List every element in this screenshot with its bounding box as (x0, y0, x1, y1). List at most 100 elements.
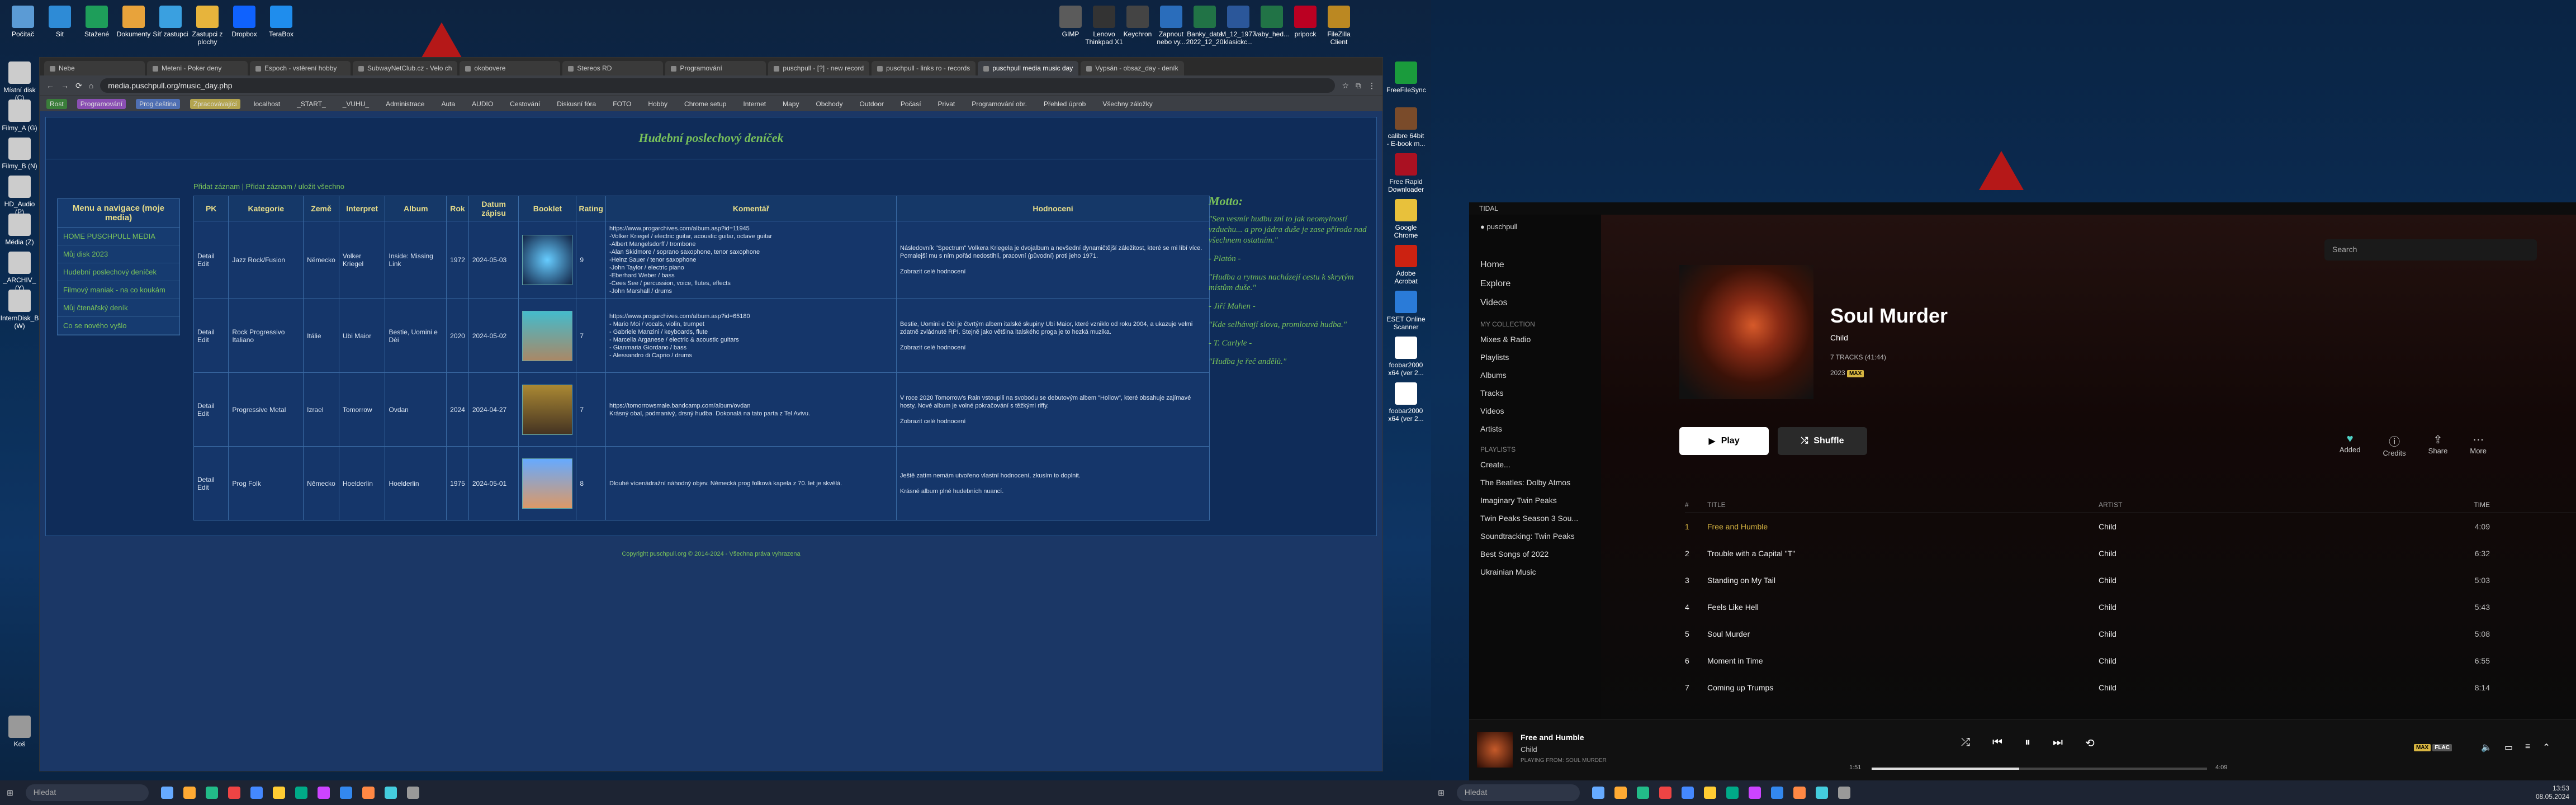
track-row[interactable]: 3 Standing on My TailChild 5:03+ ♡ (1685, 567, 2576, 594)
track-title[interactable]: Moment in Time (1707, 656, 2099, 665)
booklet-cover[interactable] (522, 458, 573, 509)
extensions-icon[interactable]: ⧉ (1356, 81, 1361, 91)
browser-tab[interactable]: okobovere (460, 61, 561, 75)
browser-tab[interactable]: Meteni - Poker deny (147, 61, 248, 75)
desktop-icon[interactable]: Free Rapid Downloader (1386, 153, 1426, 193)
menu-item[interactable]: Můj disk 2023 (58, 245, 179, 263)
taskbar-search-2[interactable]: Hledat (1456, 784, 1580, 801)
now-playing-artist[interactable]: Child (1521, 745, 1537, 754)
taskbar-app-icon[interactable] (1703, 787, 1716, 799)
taskbar-app-icon[interactable] (183, 787, 196, 799)
search-input[interactable]: Search (2324, 239, 2537, 261)
collection-item[interactable]: Videos (1469, 402, 1601, 420)
taskbar-app-icon[interactable] (1748, 787, 1761, 799)
playlist-item[interactable]: The Beatles: Dolby Atmos (1469, 473, 1601, 491)
bookmark-item[interactable]: Diskusní fóra (553, 99, 599, 109)
track-row[interactable]: 7 Coming up TrumpsChild 8:14+ ♡ (1685, 674, 2576, 701)
collection-item[interactable]: Artists (1469, 420, 1601, 438)
bookmark-item[interactable]: AUDIO (468, 99, 496, 109)
expand-icon[interactable]: ⌃ (2542, 742, 2550, 753)
action-more[interactable]: ⋯ More (2470, 433, 2487, 457)
taskbar-app-icon[interactable] (228, 787, 240, 799)
user-profile[interactable]: ● puschpull (1469, 215, 1601, 239)
menu-item[interactable]: Co se nového vyšlo (58, 317, 179, 335)
menu-item[interactable]: Hudební poslechový deníček (58, 263, 179, 281)
taskbar-app-icon[interactable] (384, 787, 397, 799)
play-button[interactable]: ▶ Play (1679, 427, 1769, 455)
bookmark-item[interactable]: Administrace (382, 99, 428, 109)
track-row[interactable]: 2 Trouble with a Capital "T"Child 6:32+ ♡ (1685, 540, 2576, 567)
taskbar-app-icon[interactable] (362, 787, 375, 799)
browser-tab[interactable]: Stereos RD (562, 61, 664, 75)
desktop-icon[interactable]: calibre 64bit - E-book m... (1386, 107, 1426, 148)
desktop-icon[interactable]: foobar2000 x64 (ver 2... (1386, 337, 1426, 377)
bookmark-item[interactable]: Auta (438, 99, 458, 109)
desktop-icon[interactable]: FreeFileSync (1386, 61, 1426, 94)
bookmark-item[interactable]: Privat (935, 99, 959, 109)
playlist-item[interactable]: Ukrainian Music (1469, 563, 1601, 581)
desktop-icon[interactable]: Média (Z) (0, 214, 39, 246)
taskbar-app-icon[interactable] (1815, 787, 1828, 799)
queue-icon[interactable]: ≡ (2525, 742, 2530, 753)
desktop-icon[interactable]: ESET Online Scanner (1386, 291, 1426, 331)
bookmark-item[interactable]: Zpracovávající (190, 98, 240, 109)
booklet-cover[interactable] (522, 235, 573, 285)
playlist-item[interactable]: Best Songs of 2022 (1469, 545, 1601, 563)
create-playlist-button[interactable]: Create... (1469, 456, 1601, 473)
bookmark-item[interactable]: localhost (250, 99, 283, 109)
desktop-icon[interactable]: Filmy_A (G) (0, 100, 39, 132)
browser-tab[interactable]: Nebe (44, 61, 145, 75)
taskbar-app-icon[interactable] (160, 787, 173, 799)
collection-item[interactable]: Playlists (1469, 348, 1601, 366)
nav-item[interactable]: Home (1469, 255, 1601, 274)
shuffle-button[interactable]: ⤮ Shuffle (1778, 427, 1867, 455)
device-icon[interactable]: ▭ (2504, 742, 2513, 753)
taskbar-app-icon[interactable] (1770, 787, 1783, 799)
taskbar-app-icon[interactable] (406, 787, 419, 799)
shuffle-toggle-icon[interactable]: ⤮ (1961, 736, 1970, 750)
star-icon[interactable]: ☆ (1342, 81, 1349, 91)
desktop-icon[interactable]: InternDisk_B (W) (0, 290, 39, 330)
track-artist[interactable]: Child (2099, 522, 2434, 531)
clock[interactable]: 13:53 08.05.2024 (2536, 784, 2569, 801)
browser-tab[interactable]: Espoch - vstěrení hobby (250, 61, 351, 75)
browser-tab[interactable]: Programování (665, 61, 766, 75)
booklet-cover[interactable] (522, 384, 573, 435)
pause-icon[interactable]: ⏸ (2025, 736, 2030, 750)
reload-icon[interactable]: ⟳ (75, 81, 82, 91)
row-actions[interactable]: Detail Edit (193, 372, 229, 447)
menu-icon[interactable]: ⋮ (1368, 81, 1376, 91)
collection-item[interactable]: Tracks (1469, 384, 1601, 402)
forward-icon[interactable]: → (61, 81, 69, 90)
desktop-icon[interactable]: _ARCHIV_ (Y) (0, 252, 39, 292)
bookmark-item[interactable]: Cestování (506, 99, 543, 109)
bookmark-item[interactable]: Obchody (812, 99, 846, 109)
desktop-icon[interactable]: Dokumenty (114, 6, 153, 38)
next-icon[interactable]: ⏭ (2053, 736, 2063, 750)
taskbar-app-icon[interactable] (1793, 787, 1806, 799)
track-row[interactable]: 5 Soul MurderChild 5:08+ ♡ (1685, 621, 2576, 647)
desktop-icon[interactable]: Adobe Acrobat (1386, 245, 1426, 285)
action-share[interactable]: ⇪ Share (2428, 433, 2448, 457)
browser-tab[interactable]: SubwayNetClub.cz - Velo ch (353, 61, 458, 75)
bookmark-item[interactable]: Programování (77, 98, 126, 109)
bookmark-item[interactable]: Prog čeština (136, 98, 180, 109)
previous-icon[interactable]: ⏮ (1992, 736, 2002, 750)
desktop-icon[interactable]: Sit (40, 6, 79, 38)
bookmark-item[interactable]: Internet (740, 99, 769, 109)
track-title[interactable]: Coming up Trumps (1707, 683, 2099, 692)
taskbar-app-icon[interactable] (272, 787, 285, 799)
bookmark-item[interactable]: Programování obr. (968, 99, 1030, 109)
desktop-icon[interactable]: Filmy_B (N) (0, 138, 39, 170)
track-artist[interactable]: Child (2099, 656, 2434, 665)
quality-indicator[interactable]: MAX FLAC (2414, 744, 2452, 751)
nav-item[interactable]: Videos (1469, 293, 1601, 312)
track-row[interactable]: 6 Moment in TimeChild 6:55+ ♡ (1685, 647, 2576, 674)
taskbar-app-icon[interactable] (339, 787, 352, 799)
start-icon[interactable]: ⊞ (1438, 788, 1445, 798)
taskbar-app-icon[interactable] (1681, 787, 1694, 799)
repeat-icon[interactable]: ⟲ (2085, 736, 2095, 750)
taskbar-app-icon[interactable] (1614, 787, 1627, 799)
bookmark-item[interactable]: Rost (46, 98, 67, 109)
track-artist[interactable]: Child (2099, 603, 2434, 612)
